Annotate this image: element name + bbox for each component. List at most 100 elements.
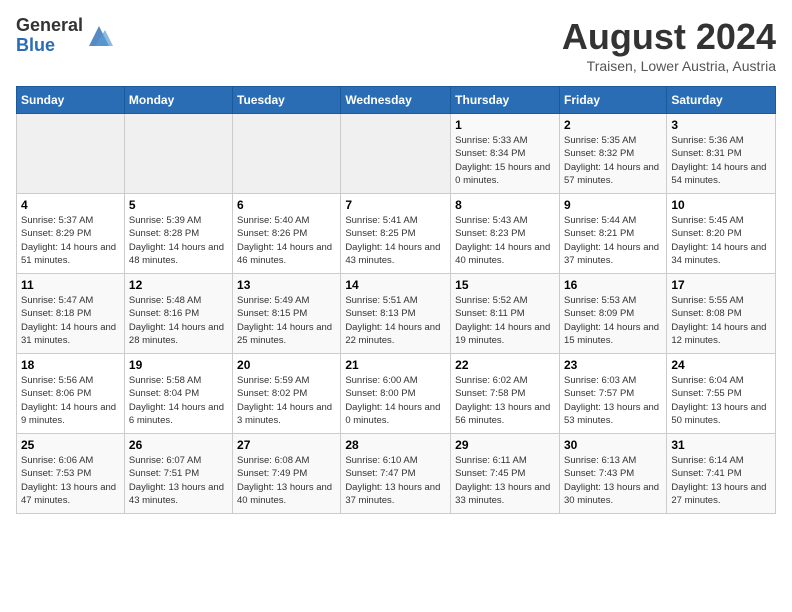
day-number: 24 — [671, 358, 771, 372]
day-number: 14 — [345, 278, 446, 292]
day-number: 26 — [129, 438, 228, 452]
table-row: 21 Sunrise: 6:00 AM Sunset: 8:00 PM Dayli… — [341, 354, 451, 434]
day-info: Sunrise: 5:56 AM Sunset: 8:06 PM Dayligh… — [21, 374, 120, 427]
day-number: 17 — [671, 278, 771, 292]
table-row: 12 Sunrise: 5:48 AM Sunset: 8:16 PM Dayli… — [124, 274, 232, 354]
logo-icon — [85, 22, 113, 50]
table-row: 14 Sunrise: 5:51 AM Sunset: 8:13 PM Dayli… — [341, 274, 451, 354]
table-row — [17, 114, 125, 194]
day-info: Sunrise: 6:07 AM Sunset: 7:51 PM Dayligh… — [129, 454, 228, 507]
day-number: 23 — [564, 358, 662, 372]
table-row: 3Sunrise: 5:36 AM Sunset: 8:31 PM Daylig… — [667, 114, 776, 194]
col-saturday: Saturday — [667, 87, 776, 114]
day-number: 3 — [671, 118, 771, 132]
table-row: 15 Sunrise: 5:52 AM Sunset: 8:11 PM Dayli… — [451, 274, 560, 354]
col-tuesday: Tuesday — [233, 87, 341, 114]
day-number: 5 — [129, 198, 228, 212]
table-row: 19Sunrise: 5:58 AM Sunset: 8:04 PM Dayli… — [124, 354, 232, 434]
day-info: Sunrise: 6:08 AM Sunset: 7:49 PM Dayligh… — [237, 454, 336, 507]
day-info: Sunrise: 5:55 AM Sunset: 8:08 PM Dayligh… — [671, 294, 771, 347]
col-thursday: Thursday — [451, 87, 560, 114]
day-info: Sunrise: 5:39 AM Sunset: 8:28 PM Dayligh… — [129, 214, 228, 267]
day-info: Sunrise: 6:04 AM Sunset: 7:55 PM Dayligh… — [671, 374, 771, 427]
day-info: Sunrise: 6:10 AM Sunset: 7:47 PM Dayligh… — [345, 454, 446, 507]
table-row: 7Sunrise: 5:41 AM Sunset: 8:25 PM Daylig… — [341, 194, 451, 274]
table-row: 10Sunrise: 5:45 AM Sunset: 8:20 PM Dayli… — [667, 194, 776, 274]
day-info: Sunrise: 5:40 AM Sunset: 8:26 PM Dayligh… — [237, 214, 336, 267]
day-info: Sunrise: 5:33 AM Sunset: 8:34 PM Dayligh… — [455, 134, 555, 187]
day-info: Sunrise: 6:13 AM Sunset: 7:43 PM Dayligh… — [564, 454, 662, 507]
table-row: 25Sunrise: 6:06 AM Sunset: 7:53 PM Dayli… — [17, 434, 125, 514]
day-number: 22 — [455, 358, 555, 372]
table-row: 22 Sunrise: 6:02 AM Sunset: 7:58 PM Dayli… — [451, 354, 560, 434]
logo: General Blue — [16, 16, 113, 56]
calendar-header: Sunday Monday Tuesday Wednesday Thursday… — [17, 87, 776, 114]
day-number: 13 — [237, 278, 336, 292]
day-number: 8 — [455, 198, 555, 212]
calendar-body: 1 Sunrise: 5:33 AM Sunset: 8:34 PM Daylig… — [17, 114, 776, 514]
table-row: 30 Sunrise: 6:13 AM Sunset: 7:43 PM Dayli… — [559, 434, 666, 514]
day-number: 11 — [21, 278, 120, 292]
day-number: 29 — [455, 438, 555, 452]
day-info: Sunrise: 6:11 AM Sunset: 7:45 PM Dayligh… — [455, 454, 555, 507]
col-sunday: Sunday — [17, 87, 125, 114]
day-number: 2 — [564, 118, 662, 132]
table-row: 26 Sunrise: 6:07 AM Sunset: 7:51 PM Dayli… — [124, 434, 232, 514]
day-info: Sunrise: 5:52 AM Sunset: 8:11 PM Dayligh… — [455, 294, 555, 347]
day-info: Sunrise: 5:35 AM Sunset: 8:32 PM Dayligh… — [564, 134, 662, 187]
day-info: Sunrise: 5:37 AM Sunset: 8:29 PM Dayligh… — [21, 214, 120, 267]
day-info: Sunrise: 5:59 AM Sunset: 8:02 PM Dayligh… — [237, 374, 336, 427]
day-number: 18 — [21, 358, 120, 372]
location-subtitle: Traisen, Lower Austria, Austria — [562, 58, 776, 74]
day-info: Sunrise: 5:51 AM Sunset: 8:13 PM Dayligh… — [345, 294, 446, 347]
col-monday: Monday — [124, 87, 232, 114]
day-info: Sunrise: 5:49 AM Sunset: 8:15 PM Dayligh… — [237, 294, 336, 347]
calendar-table: Sunday Monday Tuesday Wednesday Thursday… — [16, 86, 776, 514]
page-header: General Blue August 2024 Traisen, Lower … — [16, 16, 776, 74]
table-row — [124, 114, 232, 194]
table-row: 31 Sunrise: 6:14 AM Sunset: 7:41 PM Dayli… — [667, 434, 776, 514]
table-row: 9 Sunrise: 5:44 AM Sunset: 8:21 PM Daylig… — [559, 194, 666, 274]
col-wednesday: Wednesday — [341, 87, 451, 114]
table-row: 23 Sunrise: 6:03 AM Sunset: 7:57 PM Dayli… — [559, 354, 666, 434]
day-info: Sunrise: 6:14 AM Sunset: 7:41 PM Dayligh… — [671, 454, 771, 507]
day-number: 9 — [564, 198, 662, 212]
day-info: Sunrise: 5:44 AM Sunset: 8:21 PM Dayligh… — [564, 214, 662, 267]
day-info: Sunrise: 6:03 AM Sunset: 7:57 PM Dayligh… — [564, 374, 662, 427]
day-number: 30 — [564, 438, 662, 452]
day-number: 21 — [345, 358, 446, 372]
logo-general-text: General — [16, 16, 83, 36]
day-number: 1 — [455, 118, 555, 132]
day-number: 28 — [345, 438, 446, 452]
day-info: Sunrise: 5:48 AM Sunset: 8:16 PM Dayligh… — [129, 294, 228, 347]
day-info: Sunrise: 5:47 AM Sunset: 8:18 PM Dayligh… — [21, 294, 120, 347]
day-number: 20 — [237, 358, 336, 372]
month-year-title: August 2024 — [562, 16, 776, 58]
day-number: 10 — [671, 198, 771, 212]
day-number: 6 — [237, 198, 336, 212]
day-number: 4 — [21, 198, 120, 212]
table-row — [341, 114, 451, 194]
table-row: 28 Sunrise: 6:10 AM Sunset: 7:47 PM Dayli… — [341, 434, 451, 514]
day-info: Sunrise: 5:58 AM Sunset: 8:04 PM Dayligh… — [129, 374, 228, 427]
day-info: Sunrise: 6:02 AM Sunset: 7:58 PM Dayligh… — [455, 374, 555, 427]
table-row: 11 Sunrise: 5:47 AM Sunset: 8:18 PM Dayli… — [17, 274, 125, 354]
table-row: 4 Sunrise: 5:37 AM Sunset: 8:29 PM Daylig… — [17, 194, 125, 274]
table-row — [233, 114, 341, 194]
title-block: August 2024 Traisen, Lower Austria, Aust… — [562, 16, 776, 74]
day-info: Sunrise: 6:00 AM Sunset: 8:00 PM Dayligh… — [345, 374, 446, 427]
day-info: Sunrise: 5:43 AM Sunset: 8:23 PM Dayligh… — [455, 214, 555, 267]
table-row: 24 Sunrise: 6:04 AM Sunset: 7:55 PM Dayli… — [667, 354, 776, 434]
day-number: 31 — [671, 438, 771, 452]
table-row: 18 Sunrise: 5:56 AM Sunset: 8:06 PM Dayli… — [17, 354, 125, 434]
table-row: 20 Sunrise: 5:59 AM Sunset: 8:02 PM Dayli… — [233, 354, 341, 434]
day-info: Sunrise: 5:53 AM Sunset: 8:09 PM Dayligh… — [564, 294, 662, 347]
day-number: 15 — [455, 278, 555, 292]
day-info: Sunrise: 6:06 AM Sunset: 7:53 PM Dayligh… — [21, 454, 120, 507]
day-number: 16 — [564, 278, 662, 292]
table-row: 5 Sunrise: 5:39 AM Sunset: 8:28 PM Daylig… — [124, 194, 232, 274]
table-row: 29 Sunrise: 6:11 AM Sunset: 7:45 PM Dayli… — [451, 434, 560, 514]
table-row: 16 Sunrise: 5:53 AM Sunset: 8:09 PM Dayli… — [559, 274, 666, 354]
logo-blue-text: Blue — [16, 36, 83, 56]
day-number: 12 — [129, 278, 228, 292]
